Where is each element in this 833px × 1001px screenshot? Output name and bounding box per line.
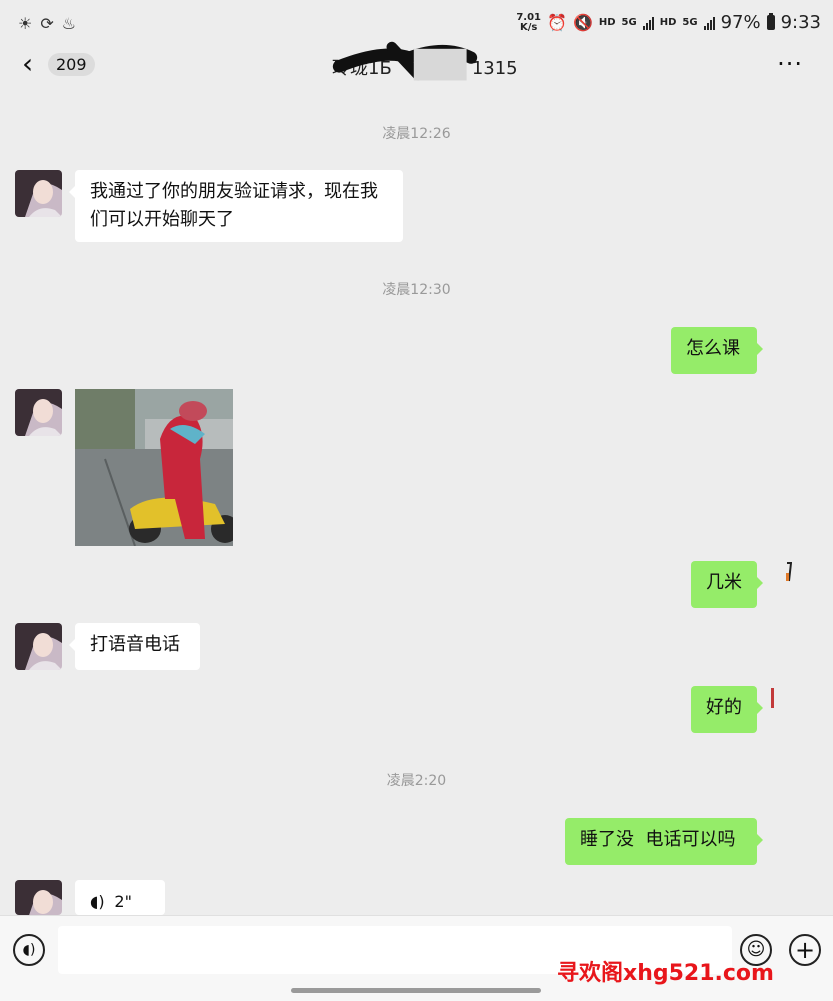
signal-icon: [642, 16, 654, 30]
sync-icon: ⟳: [40, 14, 54, 33]
timestamp: 凌晨12:26: [382, 126, 451, 142]
voice-input-button[interactable]: ◖): [13, 934, 45, 966]
hd-label-2: HD: [659, 17, 677, 28]
network-speed-unit: K/s: [520, 21, 538, 33]
message-bubble-outgoing[interactable]: 睡了没 电话可以吗: [565, 818, 763, 865]
network-type-1: 5G: [621, 17, 637, 28]
status-icons-right: 7.01 K/s ⏰ 🔇 HD 5G HD 5G 97% 9:33: [516, 12, 821, 33]
image-message[interactable]: [75, 389, 233, 546]
mute-icon: 🔇: [572, 12, 593, 32]
alarm-icon: ⏰: [547, 12, 567, 32]
more-options-button[interactable]: ···: [777, 50, 803, 78]
message-bubble-outgoing[interactable]: 好的: [691, 686, 763, 733]
clock: 9:33: [780, 12, 821, 33]
signal-icon-2: [703, 16, 715, 30]
avatar-image: [15, 623, 62, 670]
battery-icon: [766, 13, 775, 30]
site-watermark: 寻欢阁xhg521.com: [557, 961, 774, 986]
home-indicator[interactable]: [291, 988, 541, 993]
contact-avatar[interactable]: [15, 170, 62, 217]
message-text: 好的: [706, 697, 742, 718]
voice-duration: 2": [114, 892, 132, 911]
message-text-line: 们可以开始聊天了: [90, 209, 234, 230]
message-bubble-outgoing[interactable]: 怎么课: [671, 327, 763, 374]
redaction-scribble: [332, 41, 478, 81]
voice-wave-icon: ◖): [90, 892, 105, 911]
avatar-image: [15, 389, 62, 436]
network-type-2: 5G: [682, 17, 698, 28]
message-text: 怎么课: [686, 338, 740, 359]
unread-count-badge[interactable]: 209: [48, 53, 95, 76]
network-speed-value: 7.01: [516, 11, 542, 23]
contact-avatar[interactable]: [15, 880, 62, 915]
timestamp: 凌晨2:20: [386, 773, 447, 789]
edge-artifact: [786, 562, 792, 582]
photo-scooter-rider: [75, 389, 233, 546]
voice-message-bubble[interactable]: ◖) 2": [75, 880, 165, 915]
edge-artifact: [771, 688, 774, 708]
network-speed: 7.01 K/s: [516, 11, 542, 33]
avatar-image: [15, 880, 62, 915]
more-actions-button[interactable]: +: [789, 934, 821, 966]
contact-avatar[interactable]: [15, 623, 62, 670]
avatar-image: [15, 170, 62, 217]
voice-icon: ◖): [22, 942, 36, 958]
message-text: 几米: [706, 572, 742, 593]
back-button[interactable]: ‹: [22, 50, 33, 78]
message-text: 睡了没 电话可以吗: [580, 829, 736, 850]
contact-avatar[interactable]: [15, 389, 62, 436]
status-icons-left: ☀ ⟳ ♨: [18, 14, 76, 34]
hd-label-1: HD: [598, 17, 616, 28]
message-bubble-incoming[interactable]: 我通过了你的朋友验证请求，现在我 们可以开始聊天了: [69, 170, 403, 242]
message-text: 打语音电话: [90, 634, 180, 655]
message-bubble-incoming[interactable]: 打语音电话: [69, 623, 200, 670]
message-bubble-outgoing[interactable]: 几米: [691, 561, 763, 608]
plus-icon: +: [794, 936, 816, 964]
battery-percent: 97%: [720, 12, 761, 33]
notification-icon: ♨: [61, 14, 77, 33]
timestamp: 凌晨12:30: [382, 282, 451, 298]
brightness-icon: ☀: [18, 14, 33, 33]
message-text-line: 我通过了你的朋友验证请求，现在我: [90, 181, 378, 202]
